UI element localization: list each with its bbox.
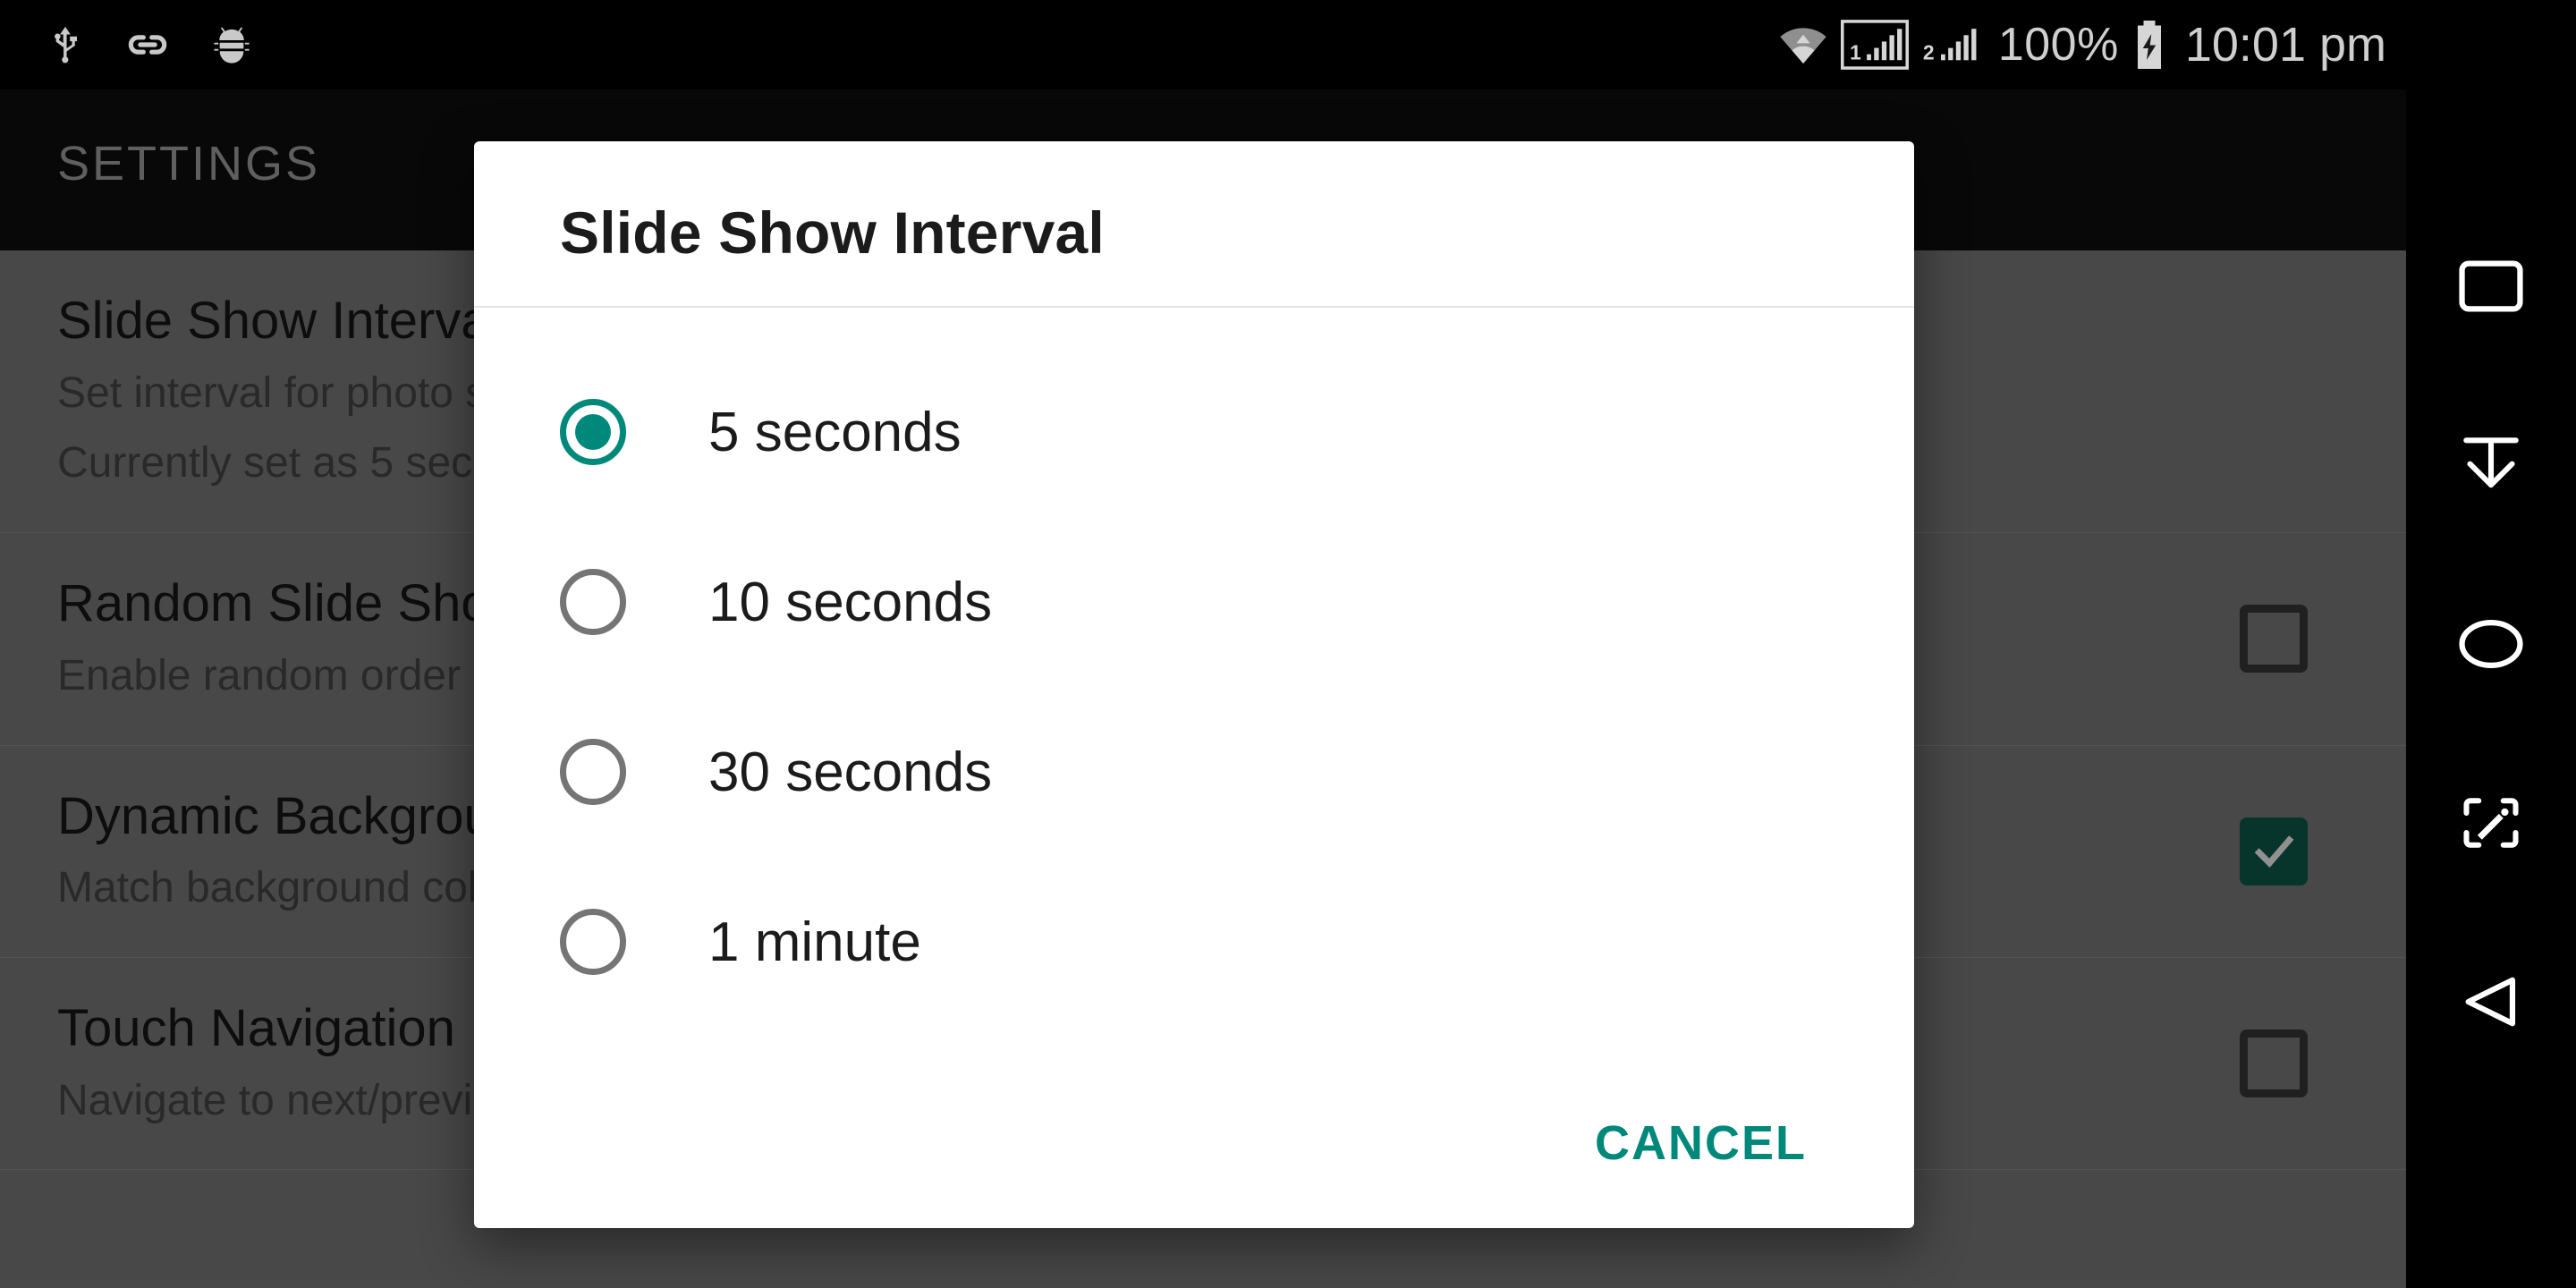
home-button[interactable] xyxy=(2406,555,2576,733)
radio-option-30-seconds[interactable]: 30 seconds xyxy=(474,687,1914,857)
radio-button-icon[interactable] xyxy=(560,739,626,805)
wifi-icon xyxy=(1780,28,1826,64)
screenshot-edit-button[interactable] xyxy=(2406,733,2576,912)
svg-text:2: 2 xyxy=(1923,41,1935,64)
usb-icon xyxy=(55,26,78,64)
android-bug-icon xyxy=(214,27,250,64)
radio-option-10-seconds[interactable]: 10 seconds xyxy=(474,517,1914,687)
battery-percent-label: 100% xyxy=(1997,19,2119,71)
notification-pulldown-button[interactable] xyxy=(2406,376,2576,555)
home-circle-icon xyxy=(2459,619,2523,669)
radio-dot xyxy=(575,414,611,450)
navigation-bar xyxy=(2406,0,2576,1288)
android-screen: SETTINGS Slide Show Interval Set interva… xyxy=(0,0,2576,1288)
dialog-title: Slide Show Interval xyxy=(560,199,1105,266)
dialog-action-bar: CANCEL xyxy=(474,1058,1914,1228)
pulldown-arrow-icon xyxy=(2463,437,2519,488)
status-bar-right-icons: 1 2 100% 10:01 pm xyxy=(1778,0,2386,89)
radio-option-label: 5 seconds xyxy=(708,401,962,463)
recents-button[interactable] xyxy=(2406,197,2576,376)
svg-text:1: 1 xyxy=(1850,40,1861,64)
radio-option-label: 1 minute xyxy=(708,911,921,973)
radio-button-icon[interactable] xyxy=(560,909,626,975)
radio-option-5-seconds[interactable]: 5 seconds xyxy=(474,347,1914,517)
radio-option-label: 10 seconds xyxy=(708,571,993,633)
status-bar: 1 2 100% 10:01 pm xyxy=(0,0,2406,89)
back-button[interactable] xyxy=(2406,912,2576,1091)
radio-group-interval: 5 seconds 10 seconds 30 seconds 1 minute xyxy=(474,308,1914,1058)
radio-option-1-minute[interactable]: 1 minute xyxy=(474,857,1914,1027)
back-triangle-icon xyxy=(2465,977,2516,1027)
cancel-button[interactable]: CANCEL xyxy=(1573,1097,1828,1189)
slide-show-interval-dialog: Slide Show Interval 5 seconds 10 seconds… xyxy=(474,141,1914,1228)
radio-button-selected-icon[interactable] xyxy=(560,399,626,465)
link-icon xyxy=(128,35,167,55)
screenshot-edit-icon xyxy=(2463,798,2519,848)
battery-charging-icon xyxy=(2137,21,2161,69)
signal-sim1-icon: 1 xyxy=(1840,20,1909,70)
phone-content-area: SETTINGS Slide Show Interval Set interva… xyxy=(0,0,2406,1288)
clock-label: 10:01 pm xyxy=(2184,18,2386,72)
recents-square-icon xyxy=(2459,260,2523,312)
signal-sim2-icon: 2 xyxy=(1923,29,1977,64)
radio-option-label: 30 seconds xyxy=(708,741,993,803)
status-bar-left-icons xyxy=(45,0,254,89)
radio-button-icon[interactable] xyxy=(560,569,626,635)
